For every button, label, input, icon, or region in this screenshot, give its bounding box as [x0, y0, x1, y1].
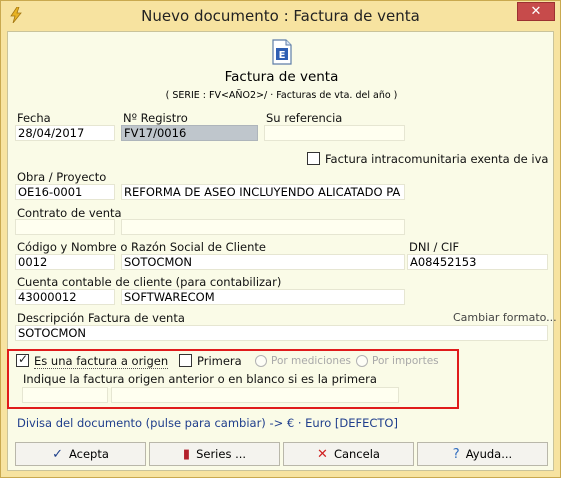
factura-origen-label: Es una factura a origen [34, 354, 169, 369]
descripcion-label: Descripción Factura de venta [17, 311, 185, 325]
cuenta-name-input[interactable]: SOFTWARECOM [121, 289, 405, 305]
fecha-label: Fecha [17, 111, 51, 125]
series-book-icon: ▮ [182, 446, 191, 462]
descripcion-input[interactable]: SOTOCMON [15, 325, 548, 341]
divisa-link[interactable]: Divisa del documento (pulse para cambiar… [17, 416, 398, 430]
por-importes-label: Por importes [372, 355, 439, 367]
cancel-x-icon: ✕ [317, 446, 328, 462]
fecha-input[interactable]: 28/04/2017 [15, 125, 115, 141]
obra-label: Obra / Proyecto [17, 170, 107, 184]
primera-checkbox[interactable] [179, 354, 192, 367]
series-subtitle: ( SERIE : FV<AÑO2>/ · Facturas de vta. d… [165, 90, 398, 101]
por-mediciones-label: Por mediciones [271, 355, 352, 367]
obra-name-input[interactable]: REFORMA DE ASEO INCLUYENDO ALICATADO PA [121, 184, 405, 200]
contrato-code-input[interactable] [15, 219, 115, 235]
cambiar-formato-link[interactable]: Cambiar formato... [453, 311, 557, 324]
ayuda-label: Ayuda... [465, 447, 513, 461]
help-icon: ? [452, 446, 460, 462]
ayuda-button[interactable]: ? Ayuda... [417, 442, 548, 466]
contrato-name-input[interactable] [121, 219, 405, 235]
cliente-code-input[interactable]: 0012 [15, 254, 115, 270]
por-importes-radio[interactable] [356, 355, 368, 367]
acepta-button[interactable]: ✓ Acepta [15, 442, 146, 466]
window-title: Nuevo documento : Factura de venta [141, 7, 420, 25]
cuenta-label: Cuenta contable de cliente (para contabi… [17, 275, 282, 289]
origen-hint: Indique la factura origen anterior o en … [23, 372, 377, 386]
invoice-document-icon: E [272, 39, 292, 65]
referencia-input[interactable] [264, 125, 405, 141]
svg-text:E: E [279, 50, 286, 61]
acepta-label: Acepta [68, 447, 109, 461]
contrato-label: Contrato de venta [17, 206, 122, 220]
referencia-label: Su referencia [266, 111, 343, 125]
document-heading: Factura de venta [224, 69, 339, 85]
obra-code-input[interactable]: OE16-0001 [15, 184, 115, 200]
title-bar[interactable]: Nuevo documento : Factura de venta ✕ [1, 1, 560, 31]
por-mediciones-radio[interactable] [255, 355, 267, 367]
close-button[interactable]: ✕ [517, 2, 555, 21]
origen-code-input[interactable] [22, 387, 108, 403]
primera-label: Primera [197, 354, 242, 368]
factura-origen-checkbox[interactable] [16, 352, 29, 367]
registro-label: Nº Registro [123, 111, 188, 125]
origen-name-input[interactable] [111, 387, 399, 403]
series-label: Series ... [196, 447, 247, 461]
cancela-button[interactable]: ✕ Cancela [283, 442, 414, 466]
intracomunitaria-label: Factura intracomunitaria exenta de iva [325, 152, 549, 166]
dni-input[interactable]: A08452153 [407, 254, 548, 270]
dialog-window: Nuevo documento : Factura de venta ✕ E F… [0, 0, 561, 478]
cliente-name-input[interactable]: SOTOCMON [121, 254, 405, 270]
checkmark-icon: ✓ [52, 446, 63, 462]
registro-input[interactable]: FV17/0016 [121, 125, 258, 141]
series-button[interactable]: ▮ Series ... [149, 442, 280, 466]
intracomunitaria-checkbox[interactable] [307, 152, 320, 165]
cancela-label: Cancela [333, 447, 380, 461]
cliente-label: Código y Nombre o Razón Social de Client… [17, 240, 267, 254]
cuenta-code-input[interactable]: 43000012 [15, 289, 115, 305]
dni-label: DNI / CIF [409, 240, 460, 254]
